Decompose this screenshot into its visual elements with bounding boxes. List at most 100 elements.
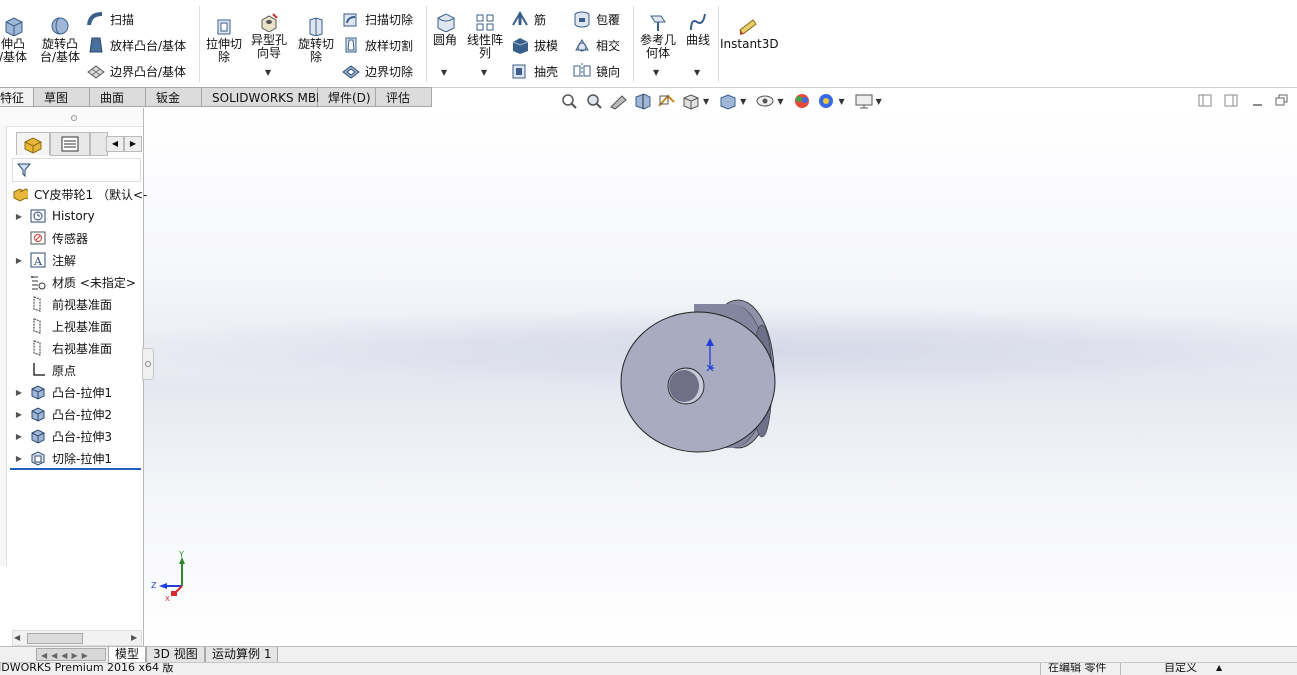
tab-navigation-arrows-icon[interactable]: ◀◀◀▶▶ bbox=[36, 648, 106, 661]
hide-show-dropdown-icon[interactable]: ▼ bbox=[777, 97, 783, 106]
tree-item-boss-extrude2[interactable]: ▶ 凸台-拉伸2 bbox=[14, 404, 112, 424]
reference-geometry-dropdown-icon[interactable]: ▼ bbox=[653, 68, 659, 77]
shell-button[interactable]: 抽壳 bbox=[510, 62, 558, 80]
tab-3d-views[interactable]: 3D 视图 bbox=[146, 647, 205, 663]
rollback-bar[interactable] bbox=[10, 468, 141, 470]
tab-evaluate[interactable]: 评估 bbox=[376, 87, 432, 107]
expand-arrow-icon[interactable]: ▶ bbox=[14, 432, 24, 441]
tree-item-top-plane[interactable]: 上视基准面 bbox=[14, 316, 112, 336]
fillet-dropdown-icon[interactable]: ▼ bbox=[441, 68, 447, 77]
tree-item-boss-extrude3[interactable]: ▶ 凸台-拉伸3 bbox=[14, 426, 112, 446]
tree-item-material[interactable]: 材质 <未指定> bbox=[14, 272, 136, 292]
zoom-to-area-icon[interactable] bbox=[584, 92, 606, 110]
tab-surfaces[interactable]: 曲面 bbox=[90, 87, 146, 107]
tab-scroll-right-icon[interactable]: ▶ bbox=[124, 136, 142, 152]
hide-show-items-icon[interactable] bbox=[754, 92, 776, 110]
plane-icon bbox=[30, 296, 46, 312]
tree-item-boss-extrude1[interactable]: ▶ 凸台-拉伸1 bbox=[14, 382, 112, 402]
panel-collapse-handle[interactable] bbox=[142, 348, 154, 380]
swept-cut-button[interactable]: 扫描切除 bbox=[341, 10, 413, 28]
expand-arrow-icon[interactable]: ▶ bbox=[14, 256, 24, 265]
wrap-button[interactable]: 包覆 bbox=[572, 10, 620, 28]
graphics-area[interactable]: ▼ ▼ ▼ ▼ ▼ Y Z X bbox=[144, 93, 1297, 646]
tree-item-right-plane[interactable]: 右视基准面 bbox=[14, 338, 112, 358]
view-orientation-dropdown-icon[interactable]: ▼ bbox=[703, 97, 709, 106]
edit-appearance-icon[interactable] bbox=[791, 92, 813, 110]
draft-button[interactable]: 拔模 bbox=[510, 36, 558, 54]
hole-wizard-dropdown-icon[interactable]: ▼ bbox=[265, 68, 271, 77]
display-style-icon[interactable] bbox=[717, 92, 739, 110]
wrap-icon bbox=[574, 11, 590, 28]
view-settings-dropdown-icon[interactable]: ▼ bbox=[876, 97, 882, 106]
tab-scroll-left-icon[interactable]: ◀ bbox=[106, 136, 124, 152]
linear-pattern-button[interactable]: 线性阵 列 bbox=[464, 12, 506, 60]
rib-button[interactable]: 筋 bbox=[510, 10, 546, 28]
panel-grip-icon[interactable] bbox=[70, 114, 78, 122]
tree-item-origin[interactable]: 原点 bbox=[14, 360, 76, 380]
extruded-cut-button[interactable]: 拉伸切 除 bbox=[204, 16, 244, 64]
linear-pattern-dropdown-icon[interactable]: ▼ bbox=[481, 68, 487, 77]
tab-sheet-metal[interactable]: 钣金 bbox=[146, 87, 202, 107]
expand-arrow-icon[interactable]: ▶ bbox=[14, 212, 24, 221]
lofted-boss-button[interactable]: 放样凸台/基体 bbox=[86, 36, 186, 54]
expand-arrow-icon[interactable]: ▶ bbox=[14, 454, 24, 463]
tab-model[interactable]: 模型 bbox=[108, 647, 147, 663]
curves-dropdown-icon[interactable]: ▼ bbox=[694, 68, 700, 77]
zoom-to-fit-icon[interactable] bbox=[560, 92, 578, 110]
reference-geometry-button[interactable]: 参考几 何体 bbox=[638, 12, 678, 60]
property-manager-tab[interactable] bbox=[50, 132, 90, 156]
apply-scene-dropdown-icon[interactable]: ▼ bbox=[838, 97, 844, 106]
tab-motion-study[interactable]: 运动算例 1 bbox=[205, 647, 279, 663]
boundary-cut-button[interactable]: 边界切除 bbox=[341, 62, 413, 80]
lofted-cut-button[interactable]: 放样切割 bbox=[341, 36, 413, 54]
tile-left-icon[interactable] bbox=[1198, 94, 1214, 108]
curves-button[interactable]: 曲线 bbox=[682, 12, 714, 47]
tab-weldments[interactable]: 焊件(D) bbox=[318, 87, 376, 107]
sweep-button[interactable]: 扫描 bbox=[86, 10, 134, 28]
tab-features[interactable]: 特征 bbox=[0, 87, 34, 107]
hole-wizard-button[interactable]: 异型孔 向导 bbox=[248, 12, 290, 60]
tree-item-sensors[interactable]: 传感器 bbox=[14, 228, 88, 248]
extruded-boss-button[interactable]: 伸凸 /基体 bbox=[0, 16, 32, 64]
rib-icon bbox=[512, 11, 528, 26]
feature-manager-tab[interactable] bbox=[16, 132, 50, 155]
intersect-button[interactable]: 相交 bbox=[572, 36, 620, 54]
filter-box[interactable] bbox=[12, 158, 141, 182]
revolved-boss-button[interactable]: 旋转凸 台/基体 bbox=[38, 16, 82, 64]
tree-item-annotations[interactable]: ▶ A 注解 bbox=[14, 250, 76, 270]
tree-item-history[interactable]: ▶ History bbox=[14, 206, 95, 226]
mirror-button[interactable]: 镜向 bbox=[572, 62, 620, 80]
horizontal-scrollbar[interactable]: ◀ ▶ bbox=[12, 630, 142, 646]
expand-arrow-icon[interactable]: ▶ bbox=[14, 388, 24, 397]
boundary-boss-button[interactable]: 边界凸台/基体 bbox=[86, 62, 186, 80]
tree-item-label: History bbox=[52, 209, 95, 223]
view-orientation-icon[interactable] bbox=[680, 92, 702, 110]
material-icon bbox=[30, 274, 46, 290]
tree-item-cut-extrude1[interactable]: ▶ 切除-拉伸1 bbox=[14, 448, 112, 468]
instant3d-button[interactable]: Instant3D bbox=[720, 16, 779, 51]
revolved-cut-button[interactable]: 旋转切 除 bbox=[295, 16, 337, 64]
units-dropdown-icon[interactable]: ▲ bbox=[1216, 663, 1222, 675]
shell-icon bbox=[512, 64, 526, 79]
heads-up-view-toolbar: ▼ ▼ ▼ ▼ ▼ bbox=[560, 92, 882, 110]
tree-root-part[interactable]: CY皮带轮1 （默认<- bbox=[12, 184, 147, 204]
section-view-icon[interactable] bbox=[632, 92, 654, 110]
previous-view-icon[interactable] bbox=[608, 92, 630, 110]
scroll-right-icon[interactable]: ▶ bbox=[131, 631, 137, 645]
scroll-left-icon[interactable]: ◀ bbox=[14, 631, 20, 645]
tab-mbd[interactable]: SOLIDWORKS MBD bbox=[202, 87, 325, 107]
dynamic-annotation-icon[interactable] bbox=[656, 92, 678, 110]
display-style-dropdown-icon[interactable]: ▼ bbox=[740, 97, 746, 106]
pulley-3d-model[interactable] bbox=[614, 296, 784, 466]
apply-scene-icon[interactable] bbox=[815, 92, 837, 110]
fillet-button[interactable]: 圆角 bbox=[430, 12, 460, 47]
tab-sketch[interactable]: 草图 bbox=[34, 87, 90, 107]
status-units[interactable]: 自定义 bbox=[1164, 663, 1197, 675]
tile-right-icon[interactable] bbox=[1224, 94, 1240, 108]
tree-item-front-plane[interactable]: 前视基准面 bbox=[14, 294, 112, 314]
view-settings-icon[interactable] bbox=[853, 92, 875, 110]
scrollbar-thumb[interactable] bbox=[27, 633, 83, 644]
restore-icon[interactable] bbox=[1274, 94, 1290, 108]
expand-arrow-icon[interactable]: ▶ bbox=[14, 410, 24, 419]
minimize-icon[interactable] bbox=[1250, 94, 1266, 108]
